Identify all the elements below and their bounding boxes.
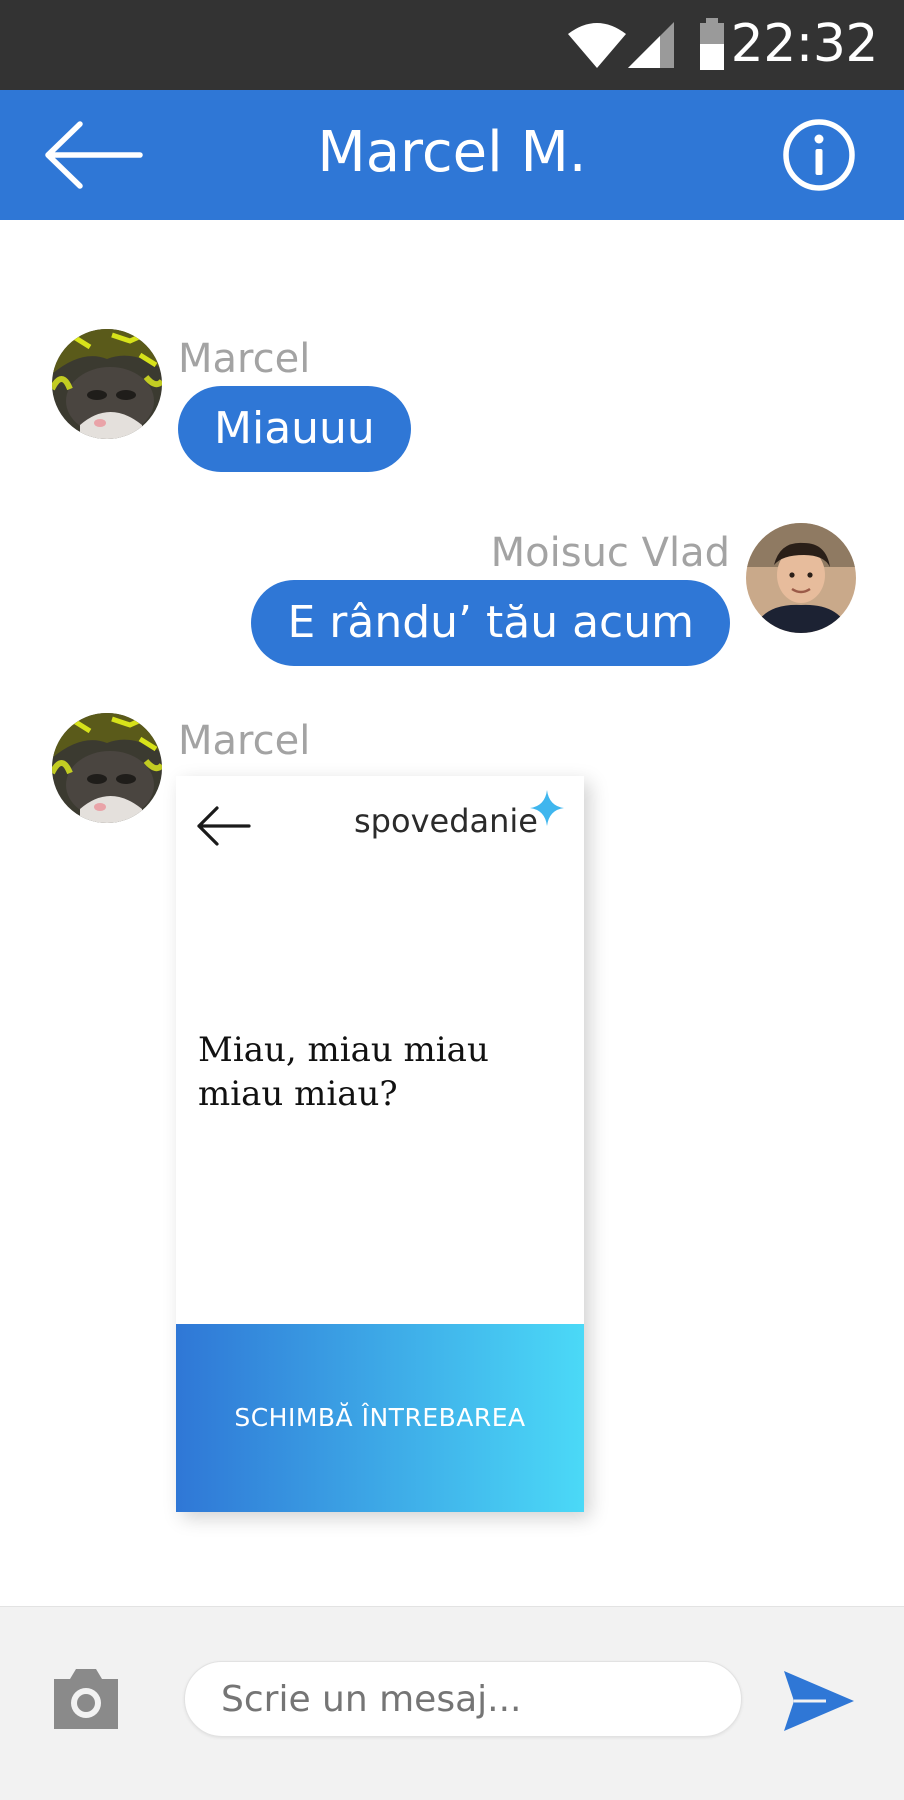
cat-avatar[interactable] (52, 713, 162, 823)
signal-icon (628, 22, 674, 68)
camera-icon[interactable] (50, 1665, 122, 1731)
shared-question-card[interactable]: spovedanie Miau, miau miau miau miau? SC… (176, 776, 584, 1512)
sender-name: Marcel (178, 336, 311, 382)
message-bubble[interactable]: E rându’ tău acum (251, 580, 730, 666)
cat-avatar[interactable] (52, 329, 162, 439)
user-avatar[interactable] (746, 523, 856, 633)
sparkle-icon (530, 790, 564, 826)
send-icon[interactable] (782, 1669, 856, 1733)
message-composer (0, 1606, 904, 1800)
question-text: Miau, miau miau miau miau? (198, 1030, 489, 1114)
brand-logo-text: spovedanie (354, 802, 538, 840)
message-bubble[interactable]: Miauuu (178, 386, 411, 472)
sender-name: Moisuc Vlad (490, 530, 730, 576)
status-bar: 22:32 (0, 0, 904, 90)
battery-icon (700, 18, 724, 70)
message-input[interactable] (184, 1661, 742, 1737)
info-circle-icon[interactable] (782, 118, 856, 192)
app-bar: Marcel M. (0, 90, 904, 220)
page-title: Marcel M. (317, 120, 587, 185)
sender-name: Marcel (178, 718, 311, 764)
wifi-icon (568, 23, 626, 68)
arrow-left-icon[interactable] (196, 804, 252, 848)
change-question-button[interactable]: SCHIMBĂ ÎNTREBAREA (176, 1324, 584, 1512)
status-time: 22:32 (730, 14, 879, 74)
